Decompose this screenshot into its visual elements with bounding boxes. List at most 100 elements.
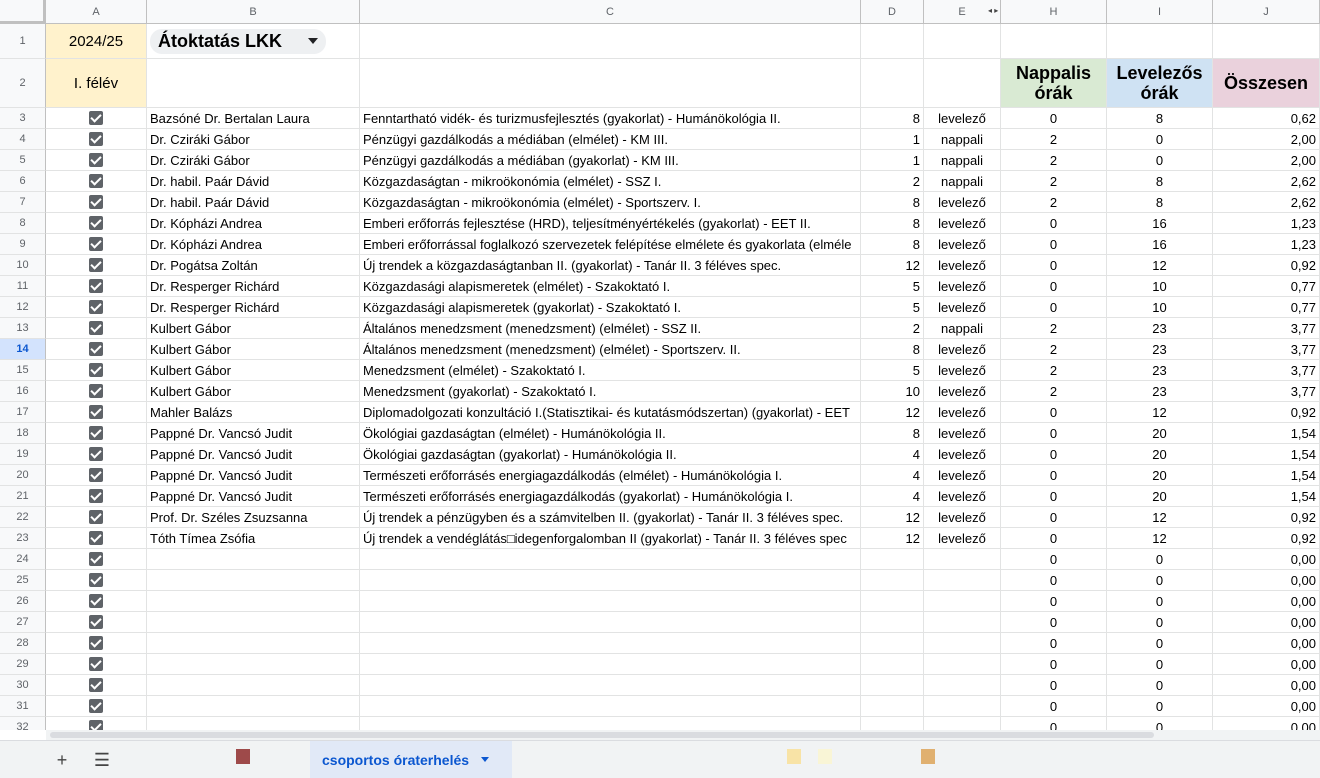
checkbox-cell[interactable] xyxy=(46,381,147,402)
row-header[interactable]: 13 xyxy=(0,318,46,339)
study-mode-cell[interactable]: levelező xyxy=(924,108,1001,129)
total-cell[interactable]: 1,54 xyxy=(1213,423,1320,444)
checkbox-checked-icon[interactable] xyxy=(89,132,103,146)
levelezos-hours-cell[interactable]: 23 xyxy=(1107,318,1213,339)
checkbox-cell[interactable] xyxy=(46,633,147,654)
row-header[interactable]: 26 xyxy=(0,591,46,612)
teacher-name-cell[interactable]: Dr. Resperger Richárd xyxy=(147,276,360,297)
total-cell[interactable]: 0,92 xyxy=(1213,402,1320,423)
levelezos-hours-cell[interactable]: 8 xyxy=(1107,171,1213,192)
horizontal-scrollbar[interactable] xyxy=(46,730,1320,740)
column-header-i[interactable]: I xyxy=(1107,0,1213,24)
total-cell[interactable]: 0,62 xyxy=(1213,108,1320,129)
row-header[interactable]: 12 xyxy=(0,297,46,318)
checkbox-cell[interactable] xyxy=(46,339,147,360)
levelezos-hours-cell[interactable]: 8 xyxy=(1107,192,1213,213)
nappalis-hours-cell[interactable]: 0 xyxy=(1001,507,1107,528)
study-mode-cell[interactable] xyxy=(924,549,1001,570)
levelezos-hours-cell[interactable]: 20 xyxy=(1107,423,1213,444)
course-cell[interactable]: Emberi erőforrás fejlesztése (HRD), telj… xyxy=(360,213,861,234)
checkbox-checked-icon[interactable] xyxy=(89,405,103,419)
total-cell[interactable]: 0,00 xyxy=(1213,654,1320,675)
column-header-h[interactable]: H xyxy=(1001,0,1107,24)
count-cell[interactable]: 8 xyxy=(861,192,924,213)
checkbox-checked-icon[interactable] xyxy=(89,279,103,293)
study-mode-cell[interactable] xyxy=(924,612,1001,633)
course-cell[interactable] xyxy=(360,633,861,654)
total-cell[interactable]: 2,00 xyxy=(1213,129,1320,150)
study-mode-cell[interactable]: levelező xyxy=(924,297,1001,318)
checkbox-checked-icon[interactable] xyxy=(89,258,103,272)
nappalis-hours-cell[interactable]: 2 xyxy=(1001,150,1107,171)
checkbox-checked-icon[interactable] xyxy=(89,552,103,566)
count-cell[interactable]: 2 xyxy=(861,318,924,339)
count-cell[interactable]: 12 xyxy=(861,402,924,423)
count-cell[interactable]: 12 xyxy=(861,528,924,549)
empty-cell[interactable] xyxy=(1213,24,1320,59)
nappalis-hours-cell[interactable]: 0 xyxy=(1001,591,1107,612)
study-mode-cell[interactable]: nappali xyxy=(924,171,1001,192)
row-header[interactable]: 24 xyxy=(0,549,46,570)
row-header[interactable]: 7 xyxy=(0,192,46,213)
checkbox-cell[interactable] xyxy=(46,129,147,150)
study-mode-cell[interactable]: levelező xyxy=(924,444,1001,465)
checkbox-checked-icon[interactable] xyxy=(89,720,103,730)
study-mode-cell[interactable]: levelező xyxy=(924,339,1001,360)
total-cell[interactable]: 0,77 xyxy=(1213,276,1320,297)
teacher-name-cell[interactable]: Pappné Dr. Vancsó Judit xyxy=(147,423,360,444)
course-cell[interactable]: Fenntartható vidék- és turizmusfejleszté… xyxy=(360,108,861,129)
teacher-name-cell[interactable] xyxy=(147,591,360,612)
total-cell[interactable]: 3,77 xyxy=(1213,381,1320,402)
study-mode-cell[interactable] xyxy=(924,675,1001,696)
teacher-name-cell[interactable]: Mahler Balázs xyxy=(147,402,360,423)
levelezos-hours-cell[interactable]: 8 xyxy=(1107,108,1213,129)
checkbox-checked-icon[interactable] xyxy=(89,216,103,230)
nappalis-hours-cell[interactable]: 0 xyxy=(1001,297,1107,318)
nappalis-hours-cell[interactable]: 0 xyxy=(1001,633,1107,654)
empty-cell[interactable] xyxy=(861,59,924,108)
column-header-c[interactable]: C xyxy=(360,0,861,24)
total-cell[interactable]: 0,00 xyxy=(1213,717,1320,730)
study-mode-cell[interactable]: levelező xyxy=(924,528,1001,549)
count-cell[interactable] xyxy=(861,696,924,717)
teacher-name-cell[interactable]: Pappné Dr. Vancsó Judit xyxy=(147,486,360,507)
levelezos-hours-cell[interactable]: 16 xyxy=(1107,213,1213,234)
levelezos-hours-cell[interactable]: 23 xyxy=(1107,381,1213,402)
checkbox-checked-icon[interactable] xyxy=(89,426,103,440)
study-mode-cell[interactable]: levelező xyxy=(924,234,1001,255)
row-header[interactable]: 15 xyxy=(0,360,46,381)
nappalis-hours-header[interactable]: Nappalis órák xyxy=(1001,59,1107,108)
row-header[interactable]: 22 xyxy=(0,507,46,528)
course-cell[interactable]: Pénzügyi gazdálkodás a médiában (gyakorl… xyxy=(360,150,861,171)
count-cell[interactable] xyxy=(861,633,924,654)
row-header[interactable]: 31 xyxy=(0,696,46,717)
checkbox-cell[interactable] xyxy=(46,465,147,486)
course-cell[interactable]: Természeti erőforrásés energiagazdálkodá… xyxy=(360,486,861,507)
study-mode-cell[interactable]: nappali xyxy=(924,129,1001,150)
study-mode-cell[interactable]: levelező xyxy=(924,507,1001,528)
count-cell[interactable]: 2 xyxy=(861,171,924,192)
row-header[interactable]: 11 xyxy=(0,276,46,297)
checkbox-checked-icon[interactable] xyxy=(89,363,103,377)
levelezos-hours-cell[interactable]: 12 xyxy=(1107,528,1213,549)
count-cell[interactable]: 8 xyxy=(861,339,924,360)
levelezos-hours-cell[interactable]: 20 xyxy=(1107,486,1213,507)
teacher-name-cell[interactable]: Dr. Kópházi Andrea xyxy=(147,234,360,255)
teacher-name-cell[interactable] xyxy=(147,633,360,654)
study-mode-cell[interactable]: levelező xyxy=(924,381,1001,402)
course-cell[interactable]: Közgazdaságtan - mikroökonómia (elmélet)… xyxy=(360,171,861,192)
teacher-name-cell[interactable] xyxy=(147,570,360,591)
scrollbar-thumb[interactable] xyxy=(50,732,1154,738)
study-mode-cell[interactable]: levelező xyxy=(924,192,1001,213)
checkbox-cell[interactable] xyxy=(46,612,147,633)
checkbox-checked-icon[interactable] xyxy=(89,573,103,587)
study-mode-cell[interactable]: nappali xyxy=(924,318,1001,339)
course-cell[interactable] xyxy=(360,696,861,717)
empty-cell[interactable] xyxy=(360,59,861,108)
levelezos-hours-cell[interactable]: 0 xyxy=(1107,612,1213,633)
study-mode-cell[interactable]: levelező xyxy=(924,276,1001,297)
course-cell[interactable]: Általános menedzsment (menedzsment) (elm… xyxy=(360,339,861,360)
empty-cell[interactable] xyxy=(861,24,924,59)
row-header[interactable]: 5 xyxy=(0,150,46,171)
total-cell[interactable]: 3,77 xyxy=(1213,318,1320,339)
